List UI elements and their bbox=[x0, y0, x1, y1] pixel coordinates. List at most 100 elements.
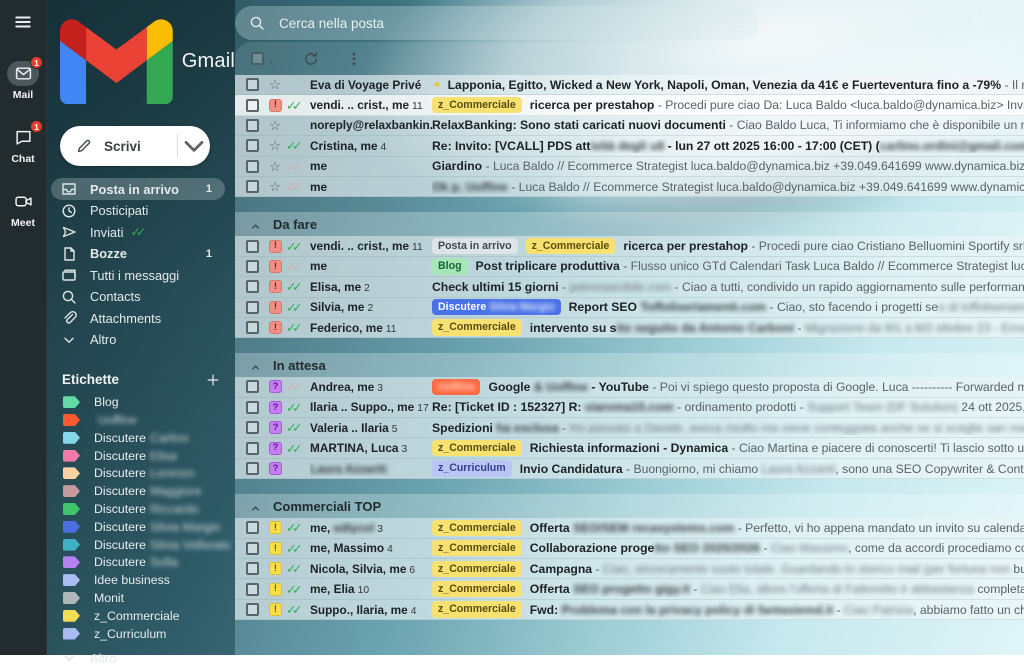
email-row[interactable]: ☆✓✓Cristina, me4Re: Invito: [VCALL] PDS … bbox=[235, 136, 1024, 156]
compose-dropdown-button[interactable] bbox=[178, 126, 210, 166]
email-checkbox[interactable] bbox=[246, 562, 259, 575]
email-row[interactable]: !✓✓meBlogPost triplicare produttiva - Fl… bbox=[235, 257, 1024, 277]
email-row[interactable]: !✓✓Federico, me11z_Commercialeintervento… bbox=[235, 318, 1024, 338]
sidebar-label-blog[interactable]: Blog bbox=[47, 393, 235, 411]
email-checkbox[interactable] bbox=[246, 442, 259, 455]
email-checkbox[interactable] bbox=[246, 301, 259, 314]
email-row[interactable]: ?✓✓MARTINA, Luca3z_CommercialeRichiesta … bbox=[235, 438, 1024, 458]
sidebar-item-altro[interactable]: Altro bbox=[47, 329, 225, 351]
compose-button[interactable]: Scrivi bbox=[60, 126, 210, 166]
email-checkbox[interactable] bbox=[246, 603, 259, 616]
label-chip[interactable]: Posta in arrivo bbox=[432, 238, 518, 254]
sidebar-label-monit[interactable]: Monit bbox=[47, 589, 235, 607]
email-row[interactable]: ?✓✓Ilaria .. Suppo., me17Re: [Ticket ID … bbox=[235, 398, 1024, 418]
email-checkbox[interactable] bbox=[246, 180, 259, 193]
sidebar-label-z-commerciale[interactable]: z_Commerciale bbox=[47, 607, 235, 625]
label-chip[interactable]: z_Commerciale bbox=[432, 581, 522, 597]
star-icon[interactable]: ☆ bbox=[269, 139, 281, 153]
email-checkbox[interactable] bbox=[246, 139, 259, 152]
email-row[interactable]: ☆noreply@relaxbankin.RelaxBanking: Sono … bbox=[235, 116, 1024, 136]
email-checkbox[interactable] bbox=[246, 321, 259, 334]
more-options-button[interactable] bbox=[346, 51, 362, 67]
email-checkbox[interactable] bbox=[246, 160, 259, 173]
email-row[interactable]: !✓✓vendi. .. crist., me11Posta in arrivo… bbox=[235, 236, 1024, 256]
label-chip[interactable]: Blog bbox=[432, 258, 468, 274]
email-row[interactable]: !✓✓me, edlycol3z_CommercialeOfferta SEO/… bbox=[235, 518, 1024, 538]
sidebar-label-discutere-lorenzo[interactable]: DiscutereLorenzo bbox=[47, 464, 235, 482]
email-checkbox[interactable] bbox=[246, 280, 259, 293]
email-row[interactable]: !✓✓me, Elia10z_CommercialeOfferta SEO pr… bbox=[235, 579, 1024, 599]
sidebar-label-z-curriculum[interactable]: z_Curriculum bbox=[47, 625, 235, 643]
rail-item-chat[interactable]: 1Chat bbox=[7, 125, 39, 165]
email-row[interactable]: ☆✓✓meOk p. Uoffine - Luca Baldo // Ecomm… bbox=[235, 177, 1024, 197]
sidebar-item-posta-in-arrivo[interactable]: Posta in arrivo1 bbox=[51, 178, 225, 200]
email-row[interactable]: !✓✓vendi. .. crist., me11z_Commercialeri… bbox=[235, 95, 1024, 115]
star-icon[interactable]: ☆ bbox=[269, 78, 281, 92]
sidebar-label-idee-business[interactable]: Idee business bbox=[47, 571, 235, 589]
email-checkbox[interactable] bbox=[246, 99, 259, 112]
label-chip[interactable]: z_Commerciale bbox=[432, 440, 522, 456]
sidebar-label-discutere-silvia-vellorato[interactable]: DiscutereSilvia Vellorato bbox=[47, 536, 235, 554]
label-chip[interactable]: Uoffine bbox=[432, 379, 480, 395]
sidebar-label-discutere-maggiore[interactable]: DiscutereMaggiore bbox=[47, 482, 235, 500]
email-checkbox[interactable] bbox=[246, 521, 259, 534]
email-row[interactable]: !✓✓Nicola, Silvia, me6z_CommercialeCampa… bbox=[235, 559, 1024, 579]
label-chip[interactable]: z_Curriculum bbox=[432, 460, 512, 476]
email-row[interactable]: ?✓✓Andrea, me3UoffineGoogle & Uoffine - … bbox=[235, 377, 1024, 397]
refresh-button[interactable] bbox=[303, 51, 319, 67]
star-icon[interactable]: ☆ bbox=[269, 160, 281, 174]
rail-item-meet[interactable]: Meet bbox=[7, 189, 39, 229]
star-icon[interactable]: ☆ bbox=[269, 180, 281, 194]
search-filters-icon[interactable] bbox=[728, 15, 745, 32]
select-all-checkbox[interactable] bbox=[251, 52, 264, 65]
sidebar-item-contacts[interactable]: Contacts bbox=[47, 286, 225, 308]
select-dropdown-icon[interactable] bbox=[267, 54, 276, 63]
email-row[interactable]: ?✓✓Valeria .. Ilaria5Spedizioni ha esclu… bbox=[235, 418, 1024, 438]
sidebar-label-discutere-carlino[interactable]: DiscutereCarlino bbox=[47, 429, 235, 447]
email-checkbox[interactable] bbox=[246, 542, 259, 555]
section-header-commerciali-top[interactable]: Commerciali TOP bbox=[235, 494, 1024, 518]
sidebar-label-discutere-riccardo[interactable]: DiscutereRiccardo bbox=[47, 500, 235, 518]
label-chip[interactable]: z_Commerciale bbox=[432, 561, 522, 577]
email-checkbox[interactable] bbox=[246, 260, 259, 273]
email-checkbox[interactable] bbox=[246, 78, 259, 91]
label-chip[interactable]: z_Commerciale bbox=[526, 238, 616, 254]
search-input[interactable] bbox=[277, 15, 720, 32]
label-chip[interactable]: z_Commerciale bbox=[432, 97, 522, 113]
search-bar[interactable] bbox=[235, 6, 759, 40]
email-checkbox[interactable] bbox=[246, 119, 259, 132]
add-label-button[interactable] bbox=[206, 373, 220, 387]
star-icon[interactable]: ☆ bbox=[269, 119, 281, 133]
sidebar-label-discutere-sofia[interactable]: DiscutereSofia bbox=[47, 553, 235, 571]
label-chip[interactable]: Discutere Silvia Margio bbox=[432, 299, 561, 315]
email-row[interactable]: !✓✓Silvia, me2Discutere Silvia MargioRep… bbox=[235, 298, 1024, 318]
sidebar-item-attachments[interactable]: Attachments bbox=[47, 307, 225, 329]
label-chip[interactable]: z_Commerciale bbox=[432, 601, 522, 617]
email-row[interactable]: ?Laura Azzaritiz_CurriculumInvio Candida… bbox=[235, 459, 1024, 479]
section-header-in-attesa[interactable]: In attesa bbox=[235, 353, 1024, 377]
label-chip[interactable]: z_Commerciale bbox=[432, 319, 522, 335]
sidebar-item-posticipati[interactable]: Posticipati bbox=[47, 200, 225, 222]
email-row[interactable]: ☆Eva di Voyage Privé✦ Lapponia, Egitto, … bbox=[235, 75, 1024, 95]
sidebar-item-bozze[interactable]: Bozze1 bbox=[47, 243, 225, 265]
email-row[interactable]: !✓✓me, Massimo4z_CommercialeCollaborazio… bbox=[235, 539, 1024, 559]
email-row[interactable]: !✓✓Suppo., Ilaria, me4z_CommercialeFwd: … bbox=[235, 600, 1024, 620]
main-menu-button[interactable] bbox=[14, 13, 32, 31]
section-header-da-fare[interactable]: Da fare bbox=[235, 212, 1024, 236]
email-checkbox[interactable] bbox=[246, 421, 259, 434]
rail-item-mail[interactable]: 1Mail bbox=[7, 61, 39, 101]
email-checkbox[interactable] bbox=[246, 380, 259, 393]
email-checkbox[interactable] bbox=[246, 583, 259, 596]
sidebar-label-uoffine[interactable]: Uoffine bbox=[47, 411, 235, 429]
label-chip[interactable]: z_Commerciale bbox=[432, 540, 522, 556]
label-chip[interactable]: z_Commerciale bbox=[432, 520, 522, 536]
sidebar-item-inviati[interactable]: Inviati✓✓ bbox=[47, 221, 225, 243]
sidebar-item-tutti-i-messaggi[interactable]: Tutti i messaggi bbox=[47, 264, 225, 286]
email-checkbox[interactable] bbox=[246, 240, 259, 253]
sidebar-label-discutere-elisa[interactable]: DiscutereElisa bbox=[47, 447, 235, 465]
email-row[interactable]: ☆✓✓meGiardino - Luca Baldo // Ecommerce … bbox=[235, 157, 1024, 177]
email-checkbox[interactable] bbox=[246, 401, 259, 414]
sidebar-item-altro-labels[interactable]: Altro bbox=[47, 647, 225, 669]
email-row[interactable]: !✓✓Elisa, me2Check ultimi 15 giorni - pe… bbox=[235, 277, 1024, 297]
email-checkbox[interactable] bbox=[246, 462, 259, 475]
